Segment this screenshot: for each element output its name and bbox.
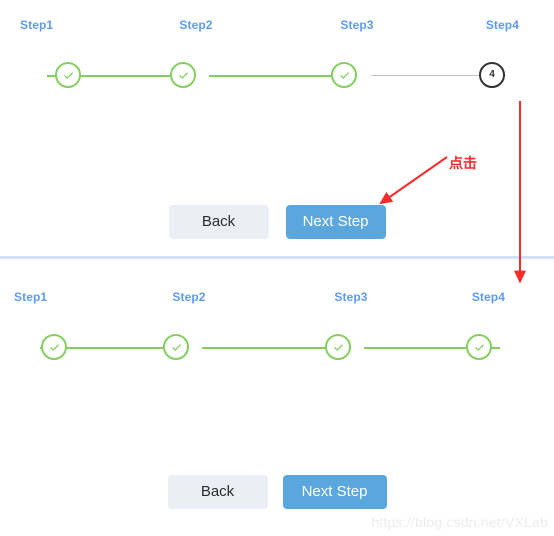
step-node-1[interactable] xyxy=(41,334,67,360)
check-icon xyxy=(339,70,350,81)
button-row-bottom: Back Next Step xyxy=(0,475,554,509)
step-node-4[interactable] xyxy=(466,334,492,360)
stepper-bottom: Step1 Step2 Step3 Step4 xyxy=(0,290,554,370)
step-node-1[interactable] xyxy=(55,62,81,88)
step-number-label: 4 xyxy=(489,69,495,80)
step-node-4[interactable]: 4 xyxy=(479,62,505,88)
check-icon xyxy=(178,70,189,81)
step-label-2: Step2 xyxy=(179,18,213,32)
step-node-3[interactable] xyxy=(325,334,351,360)
back-button-bottom[interactable]: Back xyxy=(167,475,268,509)
step-label-2: Step2 xyxy=(172,290,206,304)
step-node-2[interactable] xyxy=(163,334,189,360)
check-icon xyxy=(63,70,74,81)
step-label-1: Step1 xyxy=(20,18,54,32)
check-icon xyxy=(171,342,182,353)
step-label-4: Step4 xyxy=(471,290,505,304)
watermark-text: https://blog.csdn.net/VXLab xyxy=(371,514,548,530)
next-step-button-top[interactable]: Next Step xyxy=(285,205,386,239)
check-icon xyxy=(49,342,60,353)
click-arrow-diagonal xyxy=(379,156,448,205)
click-annotation-text: 点击 xyxy=(449,156,477,172)
step-node-2[interactable] xyxy=(170,62,196,88)
step-label-3: Step3 xyxy=(340,18,374,32)
connector-2-3 xyxy=(202,347,338,349)
steps-demo-screen: Step1 Step2 Step3 Step4 4 Back Next Step… xyxy=(0,0,554,536)
step-label-1: Step1 xyxy=(14,290,48,304)
stepper-top: Step1 Step2 Step3 Step4 4 xyxy=(0,18,554,98)
next-step-button-bottom[interactable]: Next Step xyxy=(282,475,387,509)
back-button-top[interactable]: Back xyxy=(168,205,269,239)
step-label-4: Step4 xyxy=(485,18,519,32)
connector-2-3 xyxy=(209,75,344,77)
button-row-top: Back Next Step xyxy=(0,205,554,239)
step-label-3: Step3 xyxy=(334,290,368,304)
step-node-3[interactable] xyxy=(331,62,357,88)
check-icon xyxy=(474,342,485,353)
check-icon xyxy=(333,342,344,353)
section-divider xyxy=(0,256,554,259)
